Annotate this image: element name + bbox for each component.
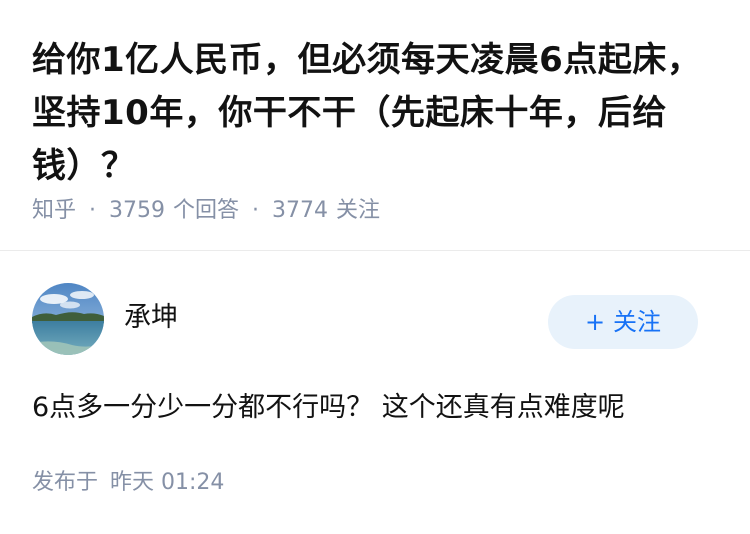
follower-count-label[interactable]: 关注: [336, 198, 380, 223]
section-divider: [0, 250, 750, 251]
lake-landscape-avatar-icon: [32, 283, 104, 355]
publish-prefix: 发布于: [32, 470, 99, 495]
question-header: 给你1亿人民币，但必须每天凌晨6点起床，坚持10年，你干不干（先起床十年，后给钱…: [0, 0, 750, 250]
follower-count: 3774: [272, 198, 329, 223]
meta-separator: ·: [89, 198, 97, 223]
plus-icon: +: [584, 308, 606, 336]
question-title[interactable]: 给你1亿人民币，但必须每天凌晨6点起床，坚持10年，你干不干（先起床十年，后给钱…: [32, 34, 712, 193]
answer-content[interactable]: 6点多一分少一分都不行吗？ 这个还真有点难度呢: [32, 388, 722, 428]
source-label[interactable]: 知乎: [32, 198, 76, 223]
publish-time: 发布于 昨天 01:24: [32, 467, 224, 499]
answer-count-label[interactable]: 个回答: [173, 198, 239, 223]
question-meta: 知乎 · 3759 个回答 · 3774 关注: [32, 196, 380, 226]
follow-button[interactable]: + 关注: [548, 295, 698, 349]
author-name[interactable]: 承坤: [124, 300, 178, 336]
follow-button-label: 关注: [613, 308, 662, 336]
avatar[interactable]: [32, 283, 104, 355]
meta-separator: ·: [252, 198, 260, 223]
publish-datetime: 昨天 01:24: [110, 470, 225, 495]
answer-count: 3759: [109, 198, 166, 223]
